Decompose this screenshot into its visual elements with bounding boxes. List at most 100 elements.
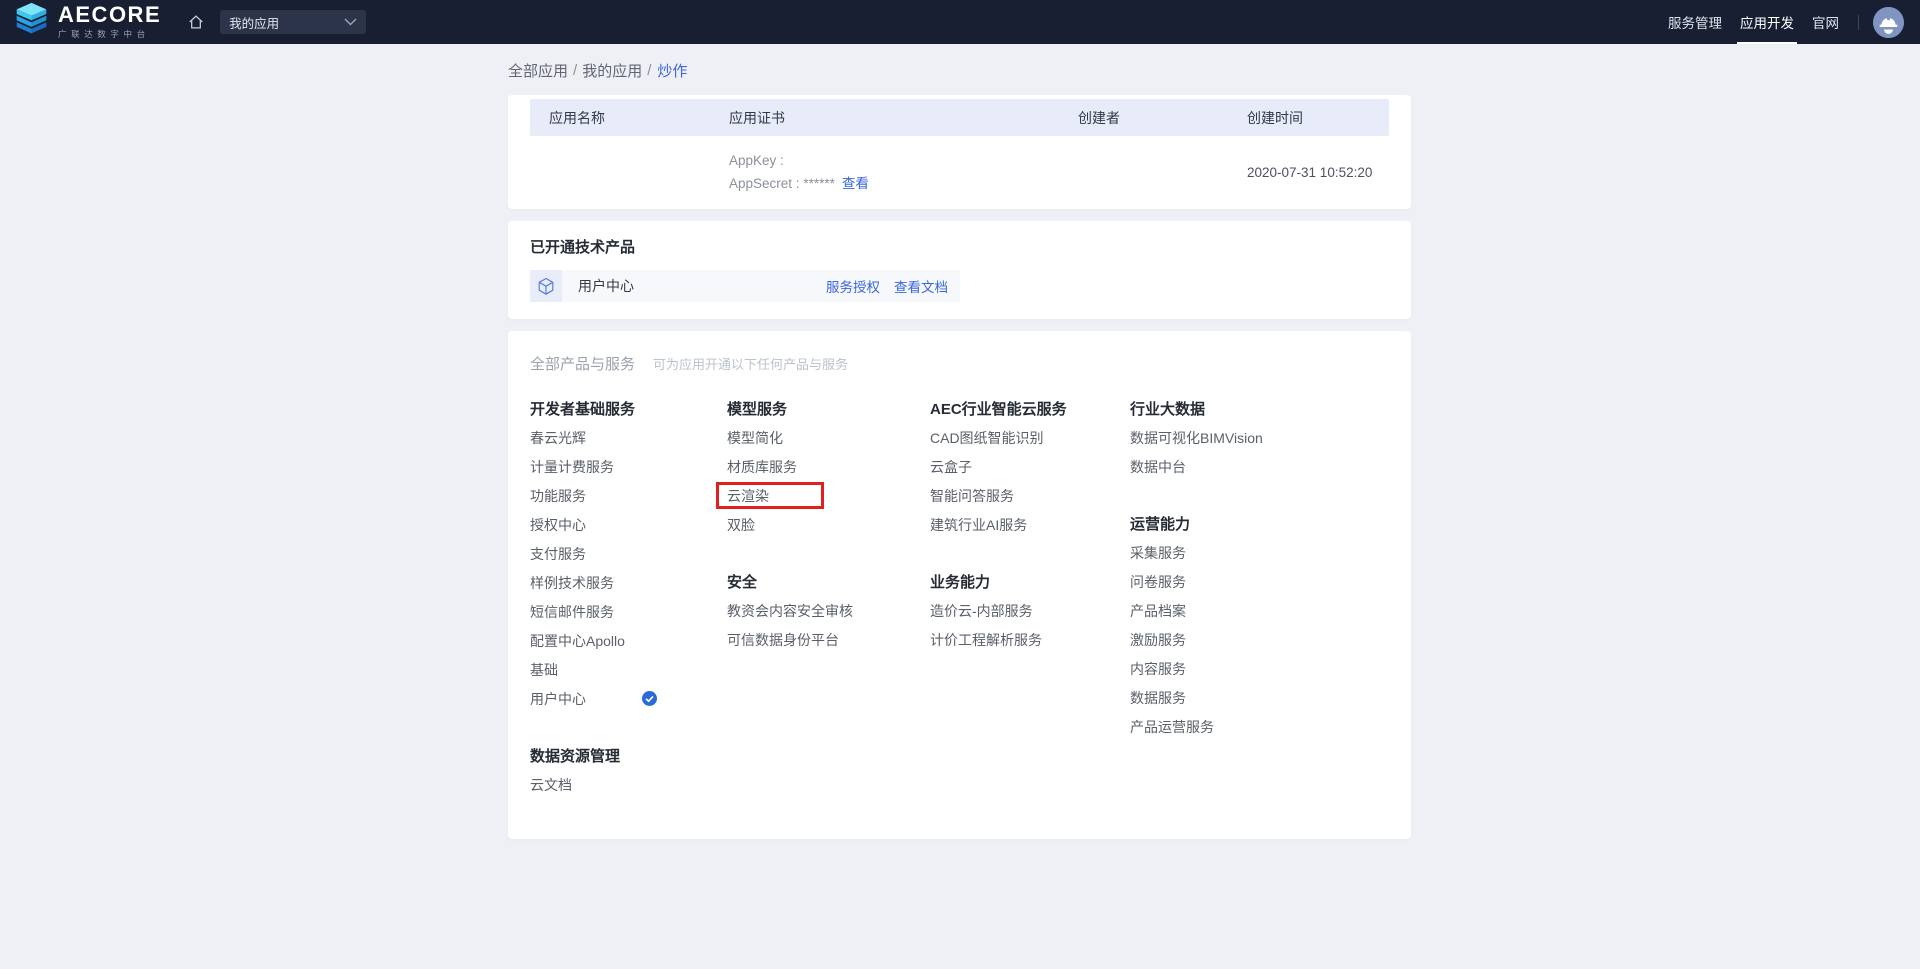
product-item[interactable]: 配置中心Apollo — [530, 626, 727, 655]
product-item-label: 可信数据身份平台 — [727, 630, 839, 650]
product-item[interactable]: 云渲染 — [727, 481, 930, 510]
product-item[interactable]: 智能问答服务 — [930, 481, 1130, 510]
breadcrumb-separator: / — [647, 62, 651, 79]
product-item[interactable]: 云盒子 — [930, 452, 1130, 481]
catalog-section: 运营能力采集服务问卷服务产品档案激励服务内容服务数据服务产品运营服务 — [1130, 509, 1389, 741]
product-item[interactable]: 计量计费服务 — [530, 452, 727, 481]
check-icon — [642, 691, 657, 706]
appkey-line: AppKey : — [729, 149, 1078, 172]
product-item[interactable]: 云文档 — [530, 770, 727, 799]
breadcrumb-current-app: 炒作 — [657, 60, 687, 81]
product-item[interactable]: 基础 — [530, 655, 727, 684]
product-item[interactable]: 模型简化 — [727, 423, 930, 452]
brand-name: AECORE — [58, 4, 161, 26]
product-item[interactable]: 样例技术服务 — [530, 568, 727, 597]
product-item-label: 授权中心 — [530, 515, 586, 535]
app-select-value: 我的应用 — [229, 13, 344, 32]
brand-logo[interactable]: AECORE 广联达数字中台 — [13, 1, 161, 43]
product-item[interactable]: 材质库服务 — [727, 452, 930, 481]
product-item[interactable]: 数据中台 — [1130, 452, 1389, 481]
product-item-label: 数据可视化BIMVision — [1130, 428, 1263, 448]
col-app-certificate: 应用证书 — [729, 108, 1078, 128]
product-item[interactable]: 短信邮件服务 — [530, 597, 727, 626]
product-item[interactable]: 春云光辉 — [530, 423, 727, 452]
product-item-label: 数据中台 — [1130, 457, 1186, 477]
product-item[interactable]: 内容服务 — [1130, 654, 1389, 683]
product-item-label: 模型简化 — [727, 428, 783, 448]
app-select[interactable]: 我的应用 — [220, 10, 366, 34]
avatar[interactable] — [1873, 7, 1904, 38]
product-item-label: 基础 — [530, 660, 558, 680]
product-item-label: 短信邮件服务 — [530, 602, 614, 622]
catalog-section: 开发者基础服务春云光辉计量计费服务功能服务授权中心支付服务样例技术服务短信邮件服… — [530, 394, 727, 713]
breadcrumb: 全部应用 / 我的应用 / 炒作 — [508, 44, 1411, 81]
product-item-label: 造价云-内部服务 — [930, 601, 1033, 621]
product-item-label: 产品运营服务 — [1130, 717, 1214, 737]
product-item-label: 数据服务 — [1130, 688, 1186, 708]
catalog-section-title: 业务能力 — [930, 567, 1130, 596]
home-icon[interactable] — [187, 13, 205, 31]
product-item[interactable]: 数据可视化BIMVision — [1130, 423, 1389, 452]
product-item-label: 采集服务 — [1130, 543, 1186, 563]
product-item[interactable]: 用户中心 — [530, 684, 727, 713]
main-content: 全部应用 / 我的应用 / 炒作 应用名称 应用证书 创建者 创建时间 AppK… — [508, 44, 1411, 839]
product-item-label: 双脸 — [727, 515, 755, 535]
chevron-down-icon — [344, 13, 357, 31]
product-item-label: 用户中心 — [530, 689, 586, 709]
nav-official-site[interactable]: 官网 — [1803, 0, 1848, 44]
breadcrumb-all-apps[interactable]: 全部应用 — [508, 60, 568, 81]
product-item[interactable]: 造价云-内部服务 — [930, 596, 1130, 625]
product-item-label: 建筑行业AI服务 — [930, 515, 1027, 535]
product-item[interactable]: 建筑行业AI服务 — [930, 510, 1130, 539]
catalog-column: 行业大数据数据可视化BIMVision数据中台运营能力采集服务问卷服务产品档案激… — [1130, 394, 1389, 741]
product-item-label: 样例技术服务 — [530, 573, 614, 593]
product-item[interactable]: 可信数据身份平台 — [727, 625, 930, 654]
product-item[interactable]: 教资会内容安全审核 — [727, 596, 930, 625]
breadcrumb-my-apps[interactable]: 我的应用 — [582, 60, 642, 81]
product-item-label: 教资会内容安全审核 — [727, 601, 853, 621]
top-navigation: 服务管理 应用开发 官网 — [1659, 0, 1910, 44]
product-item[interactable]: CAD图纸智能识别 — [930, 423, 1130, 452]
layered-cube-icon — [13, 1, 50, 43]
table-row: AppKey : AppSecret : ****** 查看 2020-07-3… — [530, 136, 1389, 208]
product-item[interactable]: 激励服务 — [1130, 625, 1389, 654]
product-item-label: 计价工程解析服务 — [930, 630, 1042, 650]
table-header-row: 应用名称 应用证书 创建者 创建时间 — [530, 99, 1389, 136]
catalog-grid: 开发者基础服务春云光辉计量计费服务功能服务授权中心支付服务样例技术服务短信邮件服… — [530, 394, 1389, 799]
product-item[interactable]: 数据服务 — [1130, 683, 1389, 712]
view-docs-link[interactable]: 查看文档 — [894, 276, 948, 296]
catalog-title: 全部产品与服务 — [530, 353, 635, 374]
nav-service-management[interactable]: 服务管理 — [1659, 0, 1731, 44]
product-item[interactable]: 支付服务 — [530, 539, 727, 568]
view-secret-link[interactable]: 查看 — [842, 172, 869, 195]
product-item-label: 春云光辉 — [530, 428, 586, 448]
catalog-section: 业务能力造价云-内部服务计价工程解析服务 — [930, 567, 1130, 654]
product-item[interactable]: 产品档案 — [1130, 596, 1389, 625]
opened-products-card: 已开通技术产品 用户中心 服务授权 查看文档 — [508, 221, 1411, 319]
product-item-label: CAD图纸智能识别 — [930, 428, 1044, 448]
product-item[interactable]: 双脸 — [727, 510, 930, 539]
opened-products-title: 已开通技术产品 — [530, 236, 1389, 257]
product-item[interactable]: 采集服务 — [1130, 538, 1389, 567]
col-creator: 创建者 — [1078, 108, 1247, 128]
product-item[interactable]: 产品运营服务 — [1130, 712, 1389, 741]
nav-app-development[interactable]: 应用开发 — [1731, 0, 1803, 44]
product-item-label: 材质库服务 — [727, 457, 797, 477]
product-item[interactable]: 授权中心 — [530, 510, 727, 539]
cube-icon — [530, 270, 562, 302]
product-item-label: 产品档案 — [1130, 601, 1186, 621]
catalog-section-title: AEC行业智能云服务 — [930, 394, 1130, 423]
product-item-label: 支付服务 — [530, 544, 586, 564]
product-item[interactable]: 功能服务 — [530, 481, 727, 510]
product-item-label: 激励服务 — [1130, 630, 1186, 650]
catalog-section: 行业大数据数据可视化BIMVision数据中台 — [1130, 394, 1389, 481]
catalog-section-title: 数据资源管理 — [530, 741, 727, 770]
breadcrumb-separator: / — [573, 62, 577, 79]
catalog-subtitle: 可为应用开通以下任何产品与服务 — [653, 354, 848, 373]
product-item[interactable]: 计价工程解析服务 — [930, 625, 1130, 654]
product-item-label: 智能问答服务 — [930, 486, 1014, 506]
catalog-section: 安全教资会内容安全审核可信数据身份平台 — [727, 567, 930, 654]
brand-subtitle: 广联达数字中台 — [58, 28, 161, 40]
service-authorize-link[interactable]: 服务授权 — [826, 276, 880, 296]
product-item[interactable]: 问卷服务 — [1130, 567, 1389, 596]
